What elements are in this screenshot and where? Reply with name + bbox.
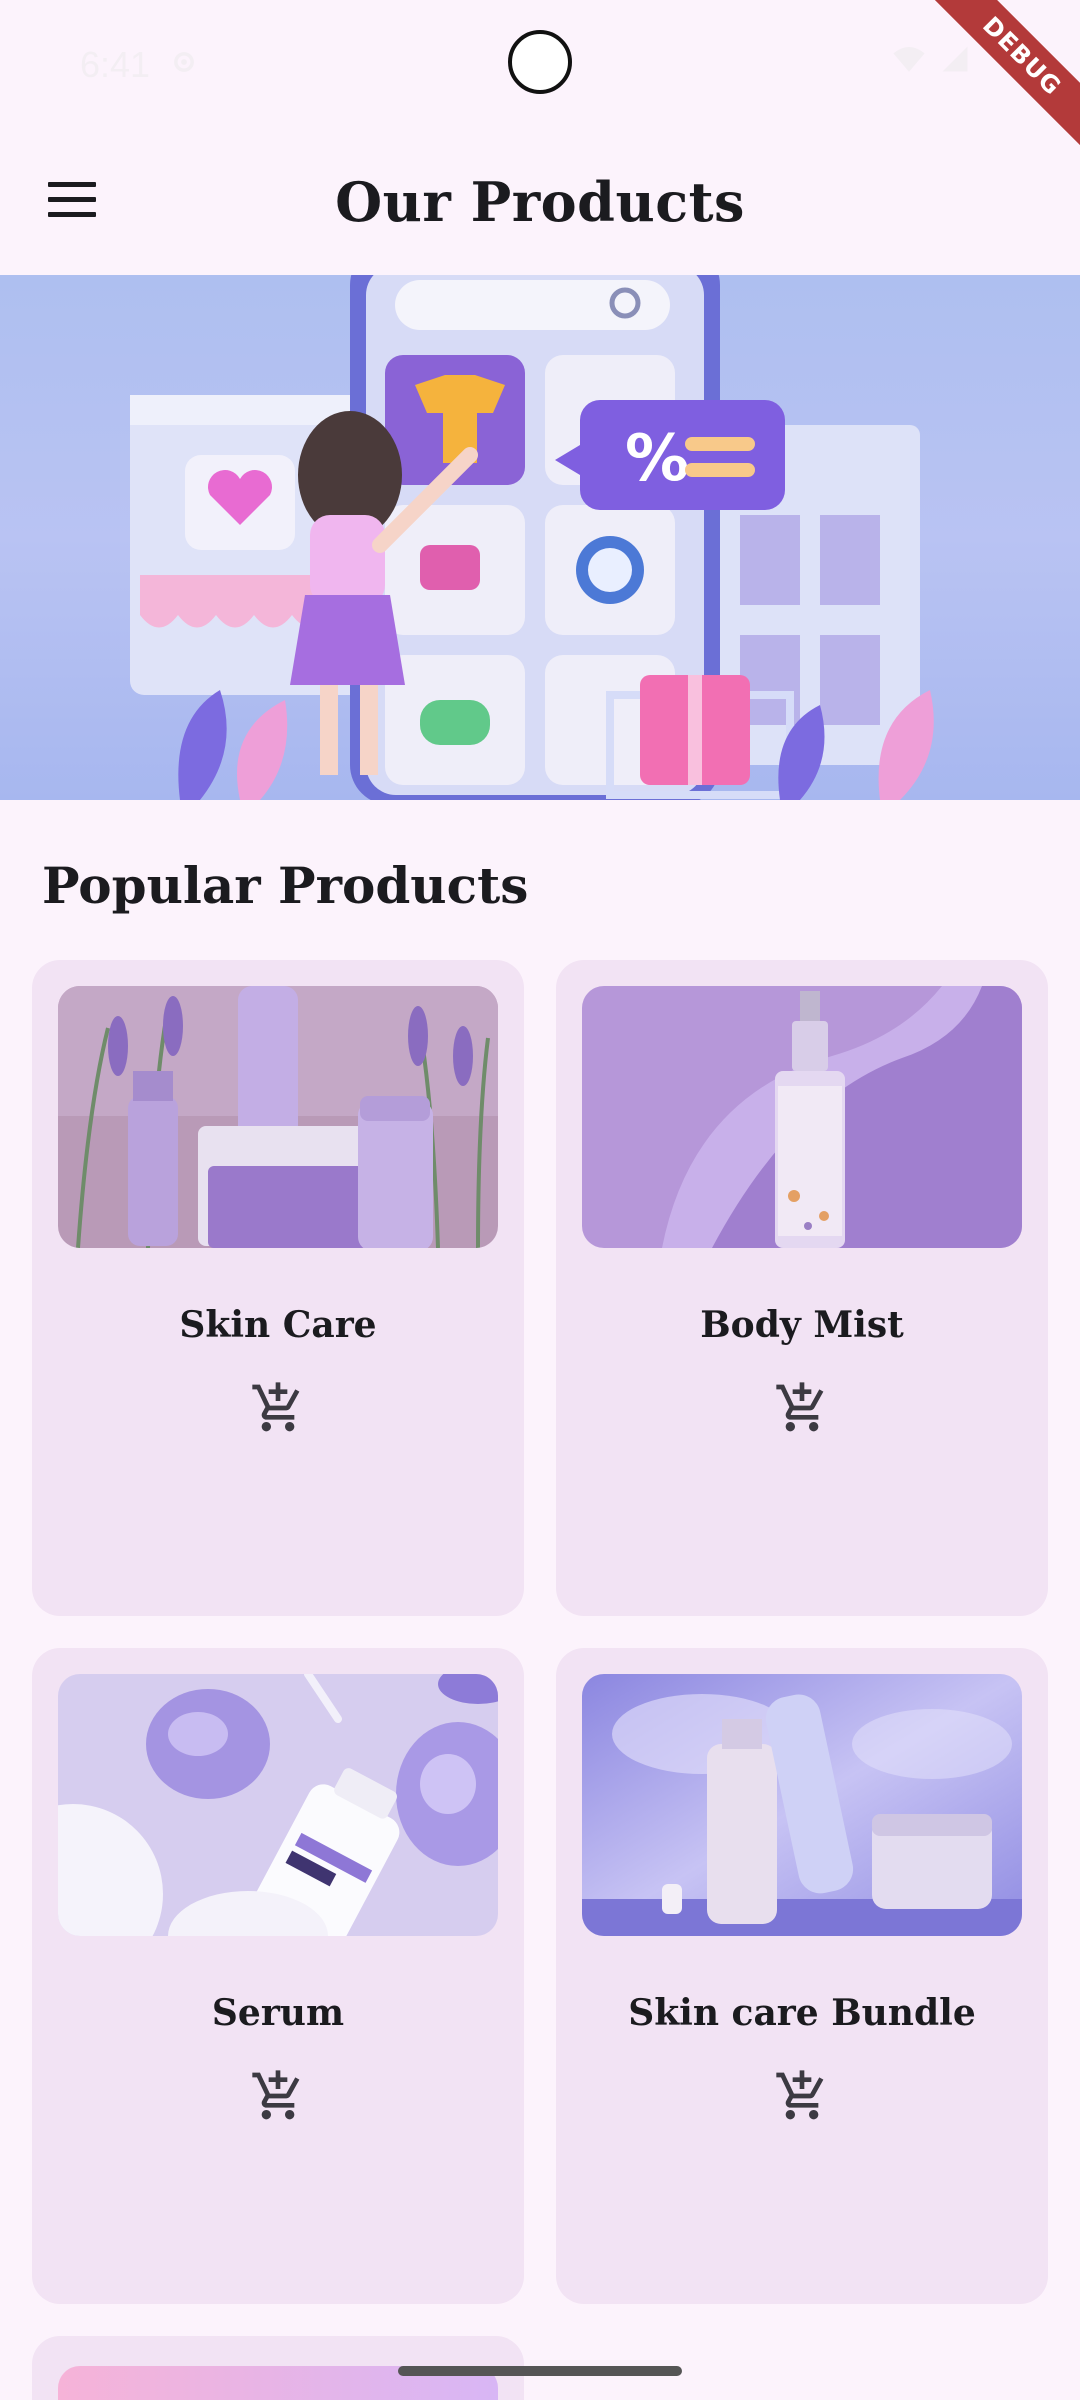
add-shopping-cart-icon[interactable] bbox=[774, 2068, 830, 2124]
product-title: Body Mist bbox=[700, 1304, 904, 1346]
product-image bbox=[58, 1674, 498, 1936]
product-image bbox=[582, 986, 1022, 1248]
home-indicator[interactable] bbox=[398, 2366, 682, 2376]
product-card[interactable]: Skin Care bbox=[32, 960, 524, 1616]
hero-banner-image: % bbox=[0, 275, 1080, 800]
status-time: 6:41 bbox=[80, 44, 151, 85]
camera-cutout bbox=[508, 30, 572, 94]
status-bar: 6:41 DEBUG bbox=[0, 0, 1080, 157]
product-title: Skin Care bbox=[179, 1304, 377, 1346]
app-bar: Our Products bbox=[0, 130, 1080, 275]
wifi-icon bbox=[893, 46, 925, 72]
page-title: Our Products bbox=[335, 170, 745, 234]
product-card[interactable]: Skin care Bundle bbox=[556, 1648, 1048, 2304]
section-title: Popular Products bbox=[42, 856, 529, 915]
product-title: Serum bbox=[211, 1992, 345, 2034]
settings-gear-icon bbox=[174, 52, 194, 72]
add-shopping-cart-icon[interactable] bbox=[250, 1380, 306, 1436]
add-shopping-cart-icon[interactable] bbox=[774, 1380, 830, 1436]
product-card[interactable]: Serum bbox=[32, 1648, 524, 2304]
add-shopping-cart-icon[interactable] bbox=[250, 2068, 306, 2124]
product-image bbox=[582, 1674, 1022, 1936]
product-title: Skin care Bundle bbox=[628, 1992, 976, 2034]
svg-text:%: % bbox=[625, 422, 689, 496]
product-image bbox=[58, 986, 498, 1248]
product-card[interactable]: Body Mist bbox=[556, 960, 1048, 1616]
cell-signal-icon bbox=[942, 46, 968, 72]
